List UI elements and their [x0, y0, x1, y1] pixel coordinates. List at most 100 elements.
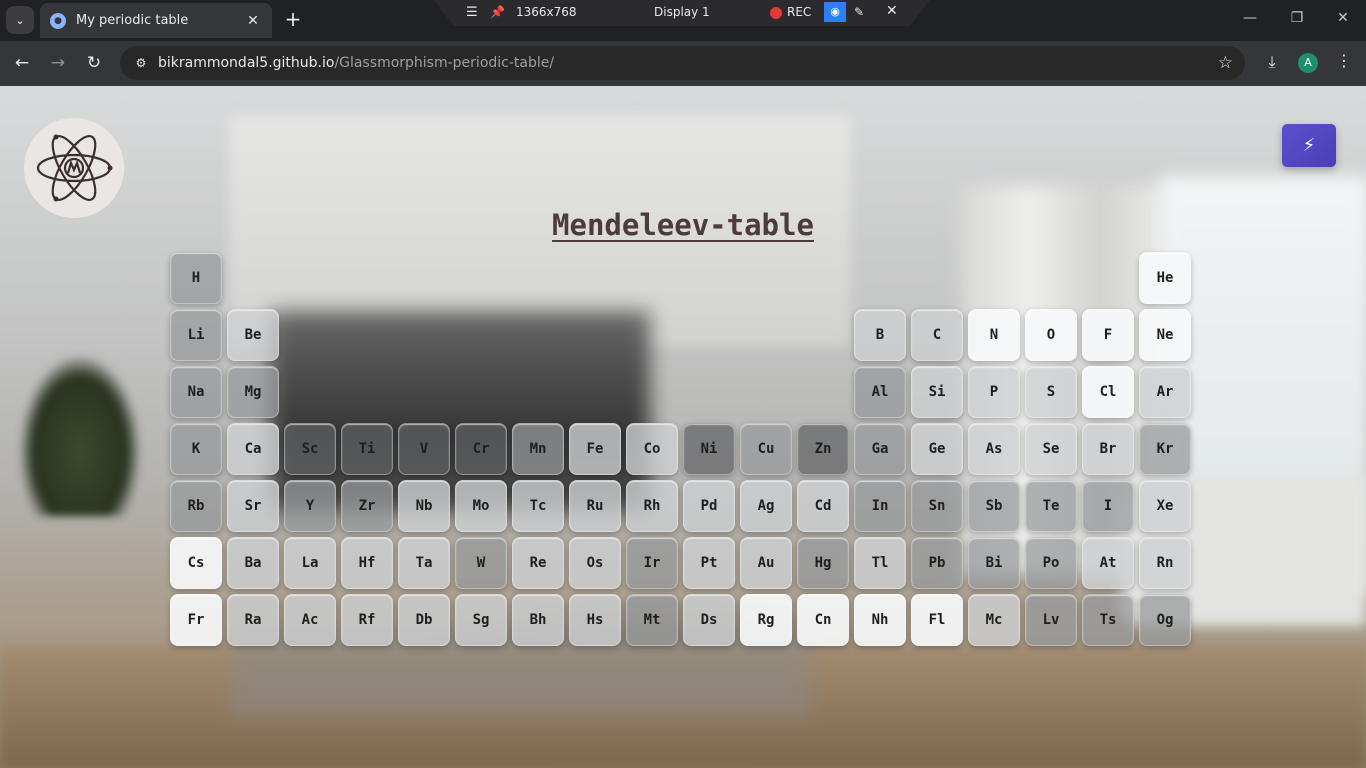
- element-cs[interactable]: Cs: [170, 537, 222, 589]
- element-re[interactable]: Re: [512, 537, 564, 589]
- bookmark-star-icon[interactable]: ☆: [1218, 53, 1233, 73]
- element-db[interactable]: Db: [398, 594, 450, 646]
- element-fl[interactable]: Fl: [911, 594, 963, 646]
- element-rg[interactable]: Rg: [740, 594, 792, 646]
- element-b[interactable]: B: [854, 309, 906, 361]
- camera-icon[interactable]: ◉: [824, 2, 846, 22]
- menu-icon[interactable]: ☰: [466, 5, 478, 20]
- element-fr[interactable]: Fr: [170, 594, 222, 646]
- element-zr[interactable]: Zr: [341, 480, 393, 532]
- element-si[interactable]: Si: [911, 366, 963, 418]
- element-sc[interactable]: Sc: [284, 423, 336, 475]
- element-na[interactable]: Na: [170, 366, 222, 418]
- element-cn[interactable]: Cn: [797, 594, 849, 646]
- element-c[interactable]: C: [911, 309, 963, 361]
- element-at[interactable]: At: [1082, 537, 1134, 589]
- element-ta[interactable]: Ta: [398, 537, 450, 589]
- element-cd[interactable]: Cd: [797, 480, 849, 532]
- element-pb[interactable]: Pb: [911, 537, 963, 589]
- element-rb[interactable]: Rb: [170, 480, 222, 532]
- element-nb[interactable]: Nb: [398, 480, 450, 532]
- element-mc[interactable]: Mc: [968, 594, 1020, 646]
- element-os[interactable]: Os: [569, 537, 621, 589]
- element-ac[interactable]: Ac: [284, 594, 336, 646]
- element-kr[interactable]: Kr: [1139, 423, 1191, 475]
- element-tc[interactable]: Tc: [512, 480, 564, 532]
- element-v[interactable]: V: [398, 423, 450, 475]
- element-bi[interactable]: Bi: [968, 537, 1020, 589]
- element-hf[interactable]: Hf: [341, 537, 393, 589]
- element-ge[interactable]: Ge: [911, 423, 963, 475]
- element-ca[interactable]: Ca: [227, 423, 279, 475]
- element-mt[interactable]: Mt: [626, 594, 678, 646]
- element-n[interactable]: N: [968, 309, 1020, 361]
- element-pt[interactable]: Pt: [683, 537, 735, 589]
- element-cu[interactable]: Cu: [740, 423, 792, 475]
- element-sg[interactable]: Sg: [455, 594, 507, 646]
- address-bar[interactable]: ⚙ bikrammondal5.github.io/Glassmorphism-…: [120, 46, 1245, 80]
- element-rh[interactable]: Rh: [626, 480, 678, 532]
- element-sb[interactable]: Sb: [968, 480, 1020, 532]
- element-y[interactable]: Y: [284, 480, 336, 532]
- element-o[interactable]: O: [1025, 309, 1077, 361]
- element-tl[interactable]: Tl: [854, 537, 906, 589]
- element-se[interactable]: Se: [1025, 423, 1077, 475]
- tab-search-button[interactable]: ⌄: [6, 6, 34, 34]
- element-rn[interactable]: Rn: [1139, 537, 1191, 589]
- element-al[interactable]: Al: [854, 366, 906, 418]
- element-w[interactable]: W: [455, 537, 507, 589]
- record-button[interactable]: REC: [787, 5, 811, 19]
- element-ir[interactable]: Ir: [626, 537, 678, 589]
- element-mn[interactable]: Mn: [512, 423, 564, 475]
- element-ar[interactable]: Ar: [1139, 366, 1191, 418]
- forward-arrow-icon[interactable]: →: [47, 52, 69, 74]
- site-info-icon[interactable]: ⚙: [132, 54, 150, 72]
- pen-icon[interactable]: ✎: [854, 5, 864, 19]
- element-ds[interactable]: Ds: [683, 594, 735, 646]
- element-ba[interactable]: Ba: [227, 537, 279, 589]
- element-he[interactable]: He: [1139, 252, 1191, 304]
- download-icon[interactable]: ⤓: [1261, 52, 1283, 72]
- element-sn[interactable]: Sn: [911, 480, 963, 532]
- element-zn[interactable]: Zn: [797, 423, 849, 475]
- element-po[interactable]: Po: [1025, 537, 1077, 589]
- close-tab-icon[interactable]: ✕: [244, 13, 262, 29]
- recorder-display[interactable]: Display 1: [654, 5, 710, 19]
- element-te[interactable]: Te: [1025, 480, 1077, 532]
- atom-logo-icon[interactable]: [24, 118, 124, 218]
- element-la[interactable]: La: [284, 537, 336, 589]
- pin-icon[interactable]: 📌: [490, 5, 505, 19]
- element-s[interactable]: S: [1025, 366, 1077, 418]
- element-k[interactable]: K: [170, 423, 222, 475]
- more-menu-icon[interactable]: ⋮: [1334, 51, 1354, 70]
- element-ga[interactable]: Ga: [854, 423, 906, 475]
- restore-window-button[interactable]: ❐: [1287, 10, 1307, 26]
- element-hg[interactable]: Hg: [797, 537, 849, 589]
- element-p[interactable]: P: [968, 366, 1020, 418]
- element-f[interactable]: F: [1082, 309, 1134, 361]
- element-ts[interactable]: Ts: [1082, 594, 1134, 646]
- element-rf[interactable]: Rf: [341, 594, 393, 646]
- close-recorder-icon[interactable]: ✕: [886, 3, 898, 19]
- element-ra[interactable]: Ra: [227, 594, 279, 646]
- profile-avatar[interactable]: A: [1298, 53, 1318, 73]
- element-bh[interactable]: Bh: [512, 594, 564, 646]
- close-window-button[interactable]: ✕: [1333, 10, 1353, 26]
- element-cl[interactable]: Cl: [1082, 366, 1134, 418]
- element-mg[interactable]: Mg: [227, 366, 279, 418]
- element-in[interactable]: In: [854, 480, 906, 532]
- new-tab-button[interactable]: +: [282, 8, 304, 30]
- reload-icon[interactable]: ↻: [83, 52, 105, 74]
- element-ne[interactable]: Ne: [1139, 309, 1191, 361]
- element-au[interactable]: Au: [740, 537, 792, 589]
- element-ni[interactable]: Ni: [683, 423, 735, 475]
- element-ti[interactable]: Ti: [341, 423, 393, 475]
- element-pd[interactable]: Pd: [683, 480, 735, 532]
- lightning-bolt-button[interactable]: ⚡: [1282, 124, 1336, 167]
- element-nh[interactable]: Nh: [854, 594, 906, 646]
- element-lv[interactable]: Lv: [1025, 594, 1077, 646]
- element-ru[interactable]: Ru: [569, 480, 621, 532]
- element-br[interactable]: Br: [1082, 423, 1134, 475]
- element-fe[interactable]: Fe: [569, 423, 621, 475]
- element-hs[interactable]: Hs: [569, 594, 621, 646]
